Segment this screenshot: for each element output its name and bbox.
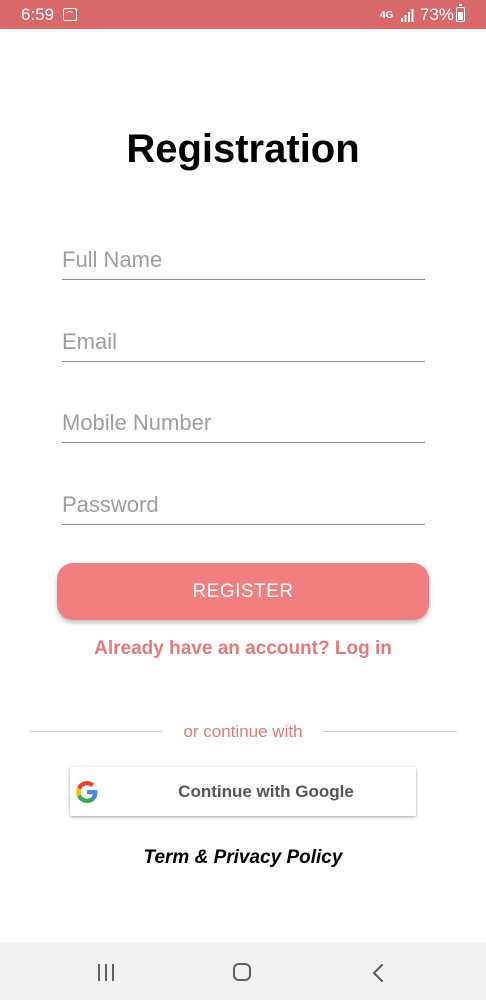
home-icon[interactable] (233, 963, 251, 981)
back-icon[interactable] (371, 963, 385, 983)
network-type: 4G (380, 10, 394, 21)
divider-line-left (29, 731, 163, 732)
battery-percentage: 73% (420, 5, 455, 24)
login-link[interactable]: Already have an account? Log in (0, 637, 486, 661)
mobile-number-field[interactable] (62, 403, 425, 443)
email-field[interactable] (62, 322, 425, 362)
register-button[interactable]: REGISTER (57, 563, 429, 620)
battery-icon (456, 4, 465, 22)
divider-text: or continue with (183, 722, 303, 741)
google-signin-button[interactable]: Continue with Google (70, 767, 416, 816)
full-name-field[interactable] (62, 240, 425, 280)
status-bar: 6:59 4G 73% (0, 0, 486, 29)
password-field[interactable] (62, 485, 425, 525)
divider-line-right (323, 731, 457, 732)
navigation-bar (0, 942, 486, 1000)
privacy-policy-link[interactable]: Term & Privacy Policy (0, 846, 486, 870)
page-title: Registration (126, 127, 360, 171)
google-logo-icon (76, 781, 98, 803)
signal-icon (401, 9, 414, 22)
notification-icon (63, 8, 77, 21)
recent-apps-icon[interactable] (96, 964, 116, 981)
status-time: 6:59 (21, 5, 55, 24)
google-button-label: Continue with Google (178, 782, 354, 801)
